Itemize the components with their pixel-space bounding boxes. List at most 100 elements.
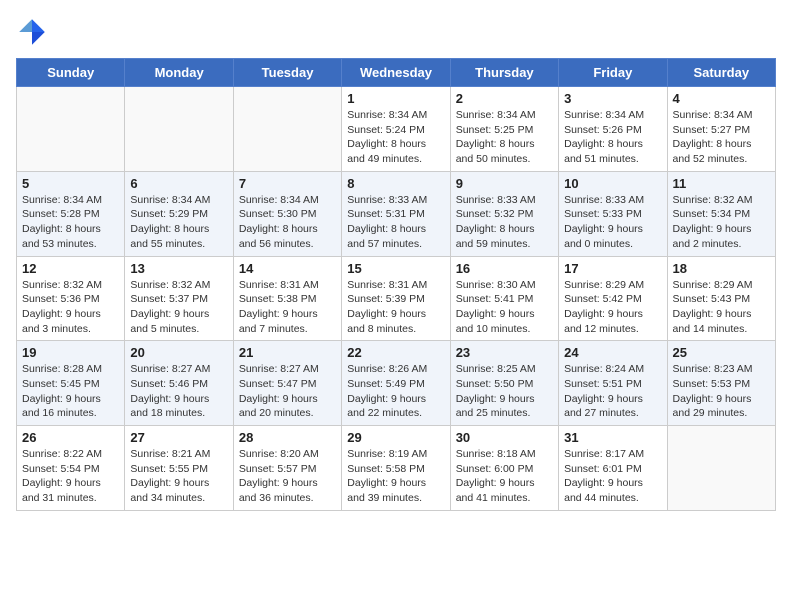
day-number: 12: [22, 261, 119, 276]
day-number: 10: [564, 176, 661, 191]
calendar-cell: 12 Sunrise: 8:32 AM Sunset: 5:36 PM Dayli…: [17, 256, 125, 341]
day-number: 1: [347, 91, 444, 106]
calendar-cell: [125, 87, 233, 172]
weekday-header-tuesday: Tuesday: [233, 59, 341, 87]
calendar-cell: 22Sunrise: 8:26 AM Sunset: 5:49 PM Dayli…: [342, 341, 450, 426]
day-info: Sunrise: 8:34 AM Sunset: 5:28 PM Dayligh…: [22, 193, 119, 252]
weekday-header-saturday: Saturday: [667, 59, 775, 87]
day-number: 24: [564, 345, 661, 360]
calendar-week-2: 5 Sunrise: 8:34 AM Sunset: 5:28 PM Daylig…: [17, 171, 776, 256]
day-info: Sunrise: 8:32 AM Sunset: 5:37 PM Dayligh…: [130, 278, 227, 337]
day-number: 4: [673, 91, 770, 106]
day-info: Sunrise: 8:31 AM Sunset: 5:38 PM Dayligh…: [239, 278, 336, 337]
calendar-cell: 8 Sunrise: 8:33 AM Sunset: 5:31 PM Daylig…: [342, 171, 450, 256]
calendar-cell: 5 Sunrise: 8:34 AM Sunset: 5:28 PM Daylig…: [17, 171, 125, 256]
day-number: 7: [239, 176, 336, 191]
calendar-cell: 19Sunrise: 8:28 AM Sunset: 5:45 PM Dayli…: [17, 341, 125, 426]
calendar-cell: 24 Sunrise: 8:24 AM Sunset: 5:51 PM Dayli…: [559, 341, 667, 426]
day-info: Sunrise: 8:27 AM Sunset: 5:47 PM Dayligh…: [239, 362, 336, 421]
calendar-week-1: 1 Sunrise: 8:34 AM Sunset: 5:24 PM Daylig…: [17, 87, 776, 172]
day-info: Sunrise: 8:23 AM Sunset: 5:53 PM Dayligh…: [673, 362, 770, 421]
weekday-row: SundayMondayTuesdayWednesdayThursdayFrid…: [17, 59, 776, 87]
weekday-header-thursday: Thursday: [450, 59, 558, 87]
day-info: Sunrise: 8:34 AM Sunset: 5:27 PM Dayligh…: [673, 108, 770, 167]
weekday-header-sunday: Sunday: [17, 59, 125, 87]
calendar-cell: 15 Sunrise: 8:31 AM Sunset: 5:39 PM Dayli…: [342, 256, 450, 341]
calendar-week-5: 26 Sunrise: 8:22 AM Sunset: 5:54 PM Dayli…: [17, 426, 776, 511]
day-info: Sunrise: 8:29 AM Sunset: 5:42 PM Dayligh…: [564, 278, 661, 337]
day-number: 26: [22, 430, 119, 445]
day-number: 20: [130, 345, 227, 360]
day-number: 13: [130, 261, 227, 276]
logo: [16, 16, 52, 48]
calendar-week-4: 19Sunrise: 8:28 AM Sunset: 5:45 PM Dayli…: [17, 341, 776, 426]
calendar-cell: 13 Sunrise: 8:32 AM Sunset: 5:37 PM Dayli…: [125, 256, 233, 341]
calendar-cell: 16 Sunrise: 8:30 AM Sunset: 5:41 PM Dayli…: [450, 256, 558, 341]
calendar-cell: [233, 87, 341, 172]
day-number: 30: [456, 430, 553, 445]
calendar-cell: 14Sunrise: 8:31 AM Sunset: 5:38 PM Dayli…: [233, 256, 341, 341]
day-info: Sunrise: 8:25 AM Sunset: 5:50 PM Dayligh…: [456, 362, 553, 421]
calendar-cell: 26 Sunrise: 8:22 AM Sunset: 5:54 PM Dayli…: [17, 426, 125, 511]
calendar-cell: 3Sunrise: 8:34 AM Sunset: 5:26 PM Daylig…: [559, 87, 667, 172]
calendar-body: 1 Sunrise: 8:34 AM Sunset: 5:24 PM Daylig…: [17, 87, 776, 511]
calendar-cell: 27 Sunrise: 8:21 AM Sunset: 5:55 PM Dayli…: [125, 426, 233, 511]
day-number: 9: [456, 176, 553, 191]
day-info: Sunrise: 8:27 AM Sunset: 5:46 PM Dayligh…: [130, 362, 227, 421]
day-info: Sunrise: 8:31 AM Sunset: 5:39 PM Dayligh…: [347, 278, 444, 337]
day-info: Sunrise: 8:32 AM Sunset: 5:34 PM Dayligh…: [673, 193, 770, 252]
day-info: Sunrise: 8:29 AM Sunset: 5:43 PM Dayligh…: [673, 278, 770, 337]
day-number: 29: [347, 430, 444, 445]
calendar-cell: 6 Sunrise: 8:34 AM Sunset: 5:29 PM Daylig…: [125, 171, 233, 256]
weekday-header-wednesday: Wednesday: [342, 59, 450, 87]
day-number: 17: [564, 261, 661, 276]
day-number: 5: [22, 176, 119, 191]
calendar-cell: 20 Sunrise: 8:27 AM Sunset: 5:46 PM Dayli…: [125, 341, 233, 426]
calendar-cell: 17 Sunrise: 8:29 AM Sunset: 5:42 PM Dayli…: [559, 256, 667, 341]
calendar-cell: 7Sunrise: 8:34 AM Sunset: 5:30 PM Daylig…: [233, 171, 341, 256]
calendar-header: SundayMondayTuesdayWednesdayThursdayFrid…: [17, 59, 776, 87]
day-info: Sunrise: 8:28 AM Sunset: 5:45 PM Dayligh…: [22, 362, 119, 421]
day-info: Sunrise: 8:34 AM Sunset: 5:26 PM Dayligh…: [564, 108, 661, 167]
day-number: 8: [347, 176, 444, 191]
calendar-cell: 10 Sunrise: 8:33 AM Sunset: 5:33 PM Dayli…: [559, 171, 667, 256]
day-info: Sunrise: 8:22 AM Sunset: 5:54 PM Dayligh…: [22, 447, 119, 506]
day-info: Sunrise: 8:34 AM Sunset: 5:24 PM Dayligh…: [347, 108, 444, 167]
day-number: 11: [673, 176, 770, 191]
calendar-cell: 9 Sunrise: 8:33 AM Sunset: 5:32 PM Daylig…: [450, 171, 558, 256]
day-info: Sunrise: 8:26 AM Sunset: 5:49 PM Dayligh…: [347, 362, 444, 421]
day-info: Sunrise: 8:33 AM Sunset: 5:33 PM Dayligh…: [564, 193, 661, 252]
day-info: Sunrise: 8:33 AM Sunset: 5:31 PM Dayligh…: [347, 193, 444, 252]
logo-icon: [16, 16, 48, 48]
day-info: Sunrise: 8:34 AM Sunset: 5:29 PM Dayligh…: [130, 193, 227, 252]
calendar-cell: 23 Sunrise: 8:25 AM Sunset: 5:50 PM Dayli…: [450, 341, 558, 426]
day-info: Sunrise: 8:34 AM Sunset: 5:25 PM Dayligh…: [456, 108, 553, 167]
day-info: Sunrise: 8:32 AM Sunset: 5:36 PM Dayligh…: [22, 278, 119, 337]
calendar-cell: 21Sunrise: 8:27 AM Sunset: 5:47 PM Dayli…: [233, 341, 341, 426]
day-info: Sunrise: 8:33 AM Sunset: 5:32 PM Dayligh…: [456, 193, 553, 252]
day-info: Sunrise: 8:18 AM Sunset: 6:00 PM Dayligh…: [456, 447, 553, 506]
calendar-cell: 2 Sunrise: 8:34 AM Sunset: 5:25 PM Daylig…: [450, 87, 558, 172]
day-info: Sunrise: 8:30 AM Sunset: 5:41 PM Dayligh…: [456, 278, 553, 337]
day-number: 31: [564, 430, 661, 445]
day-number: 6: [130, 176, 227, 191]
calendar-cell: 25 Sunrise: 8:23 AM Sunset: 5:53 PM Dayli…: [667, 341, 775, 426]
calendar-cell: 31Sunrise: 8:17 AM Sunset: 6:01 PM Dayli…: [559, 426, 667, 511]
day-number: 25: [673, 345, 770, 360]
day-info: Sunrise: 8:19 AM Sunset: 5:58 PM Dayligh…: [347, 447, 444, 506]
day-number: 23: [456, 345, 553, 360]
weekday-header-monday: Monday: [125, 59, 233, 87]
day-number: 15: [347, 261, 444, 276]
day-number: 16: [456, 261, 553, 276]
calendar-table: SundayMondayTuesdayWednesdayThursdayFrid…: [16, 58, 776, 511]
day-info: Sunrise: 8:21 AM Sunset: 5:55 PM Dayligh…: [130, 447, 227, 506]
day-number: 2: [456, 91, 553, 106]
calendar-cell: 28Sunrise: 8:20 AM Sunset: 5:57 PM Dayli…: [233, 426, 341, 511]
day-info: Sunrise: 8:24 AM Sunset: 5:51 PM Dayligh…: [564, 362, 661, 421]
calendar-cell: 29 Sunrise: 8:19 AM Sunset: 5:58 PM Dayli…: [342, 426, 450, 511]
day-number: 27: [130, 430, 227, 445]
calendar-cell: 4 Sunrise: 8:34 AM Sunset: 5:27 PM Daylig…: [667, 87, 775, 172]
page-header: [16, 16, 776, 48]
weekday-header-friday: Friday: [559, 59, 667, 87]
day-number: 28: [239, 430, 336, 445]
